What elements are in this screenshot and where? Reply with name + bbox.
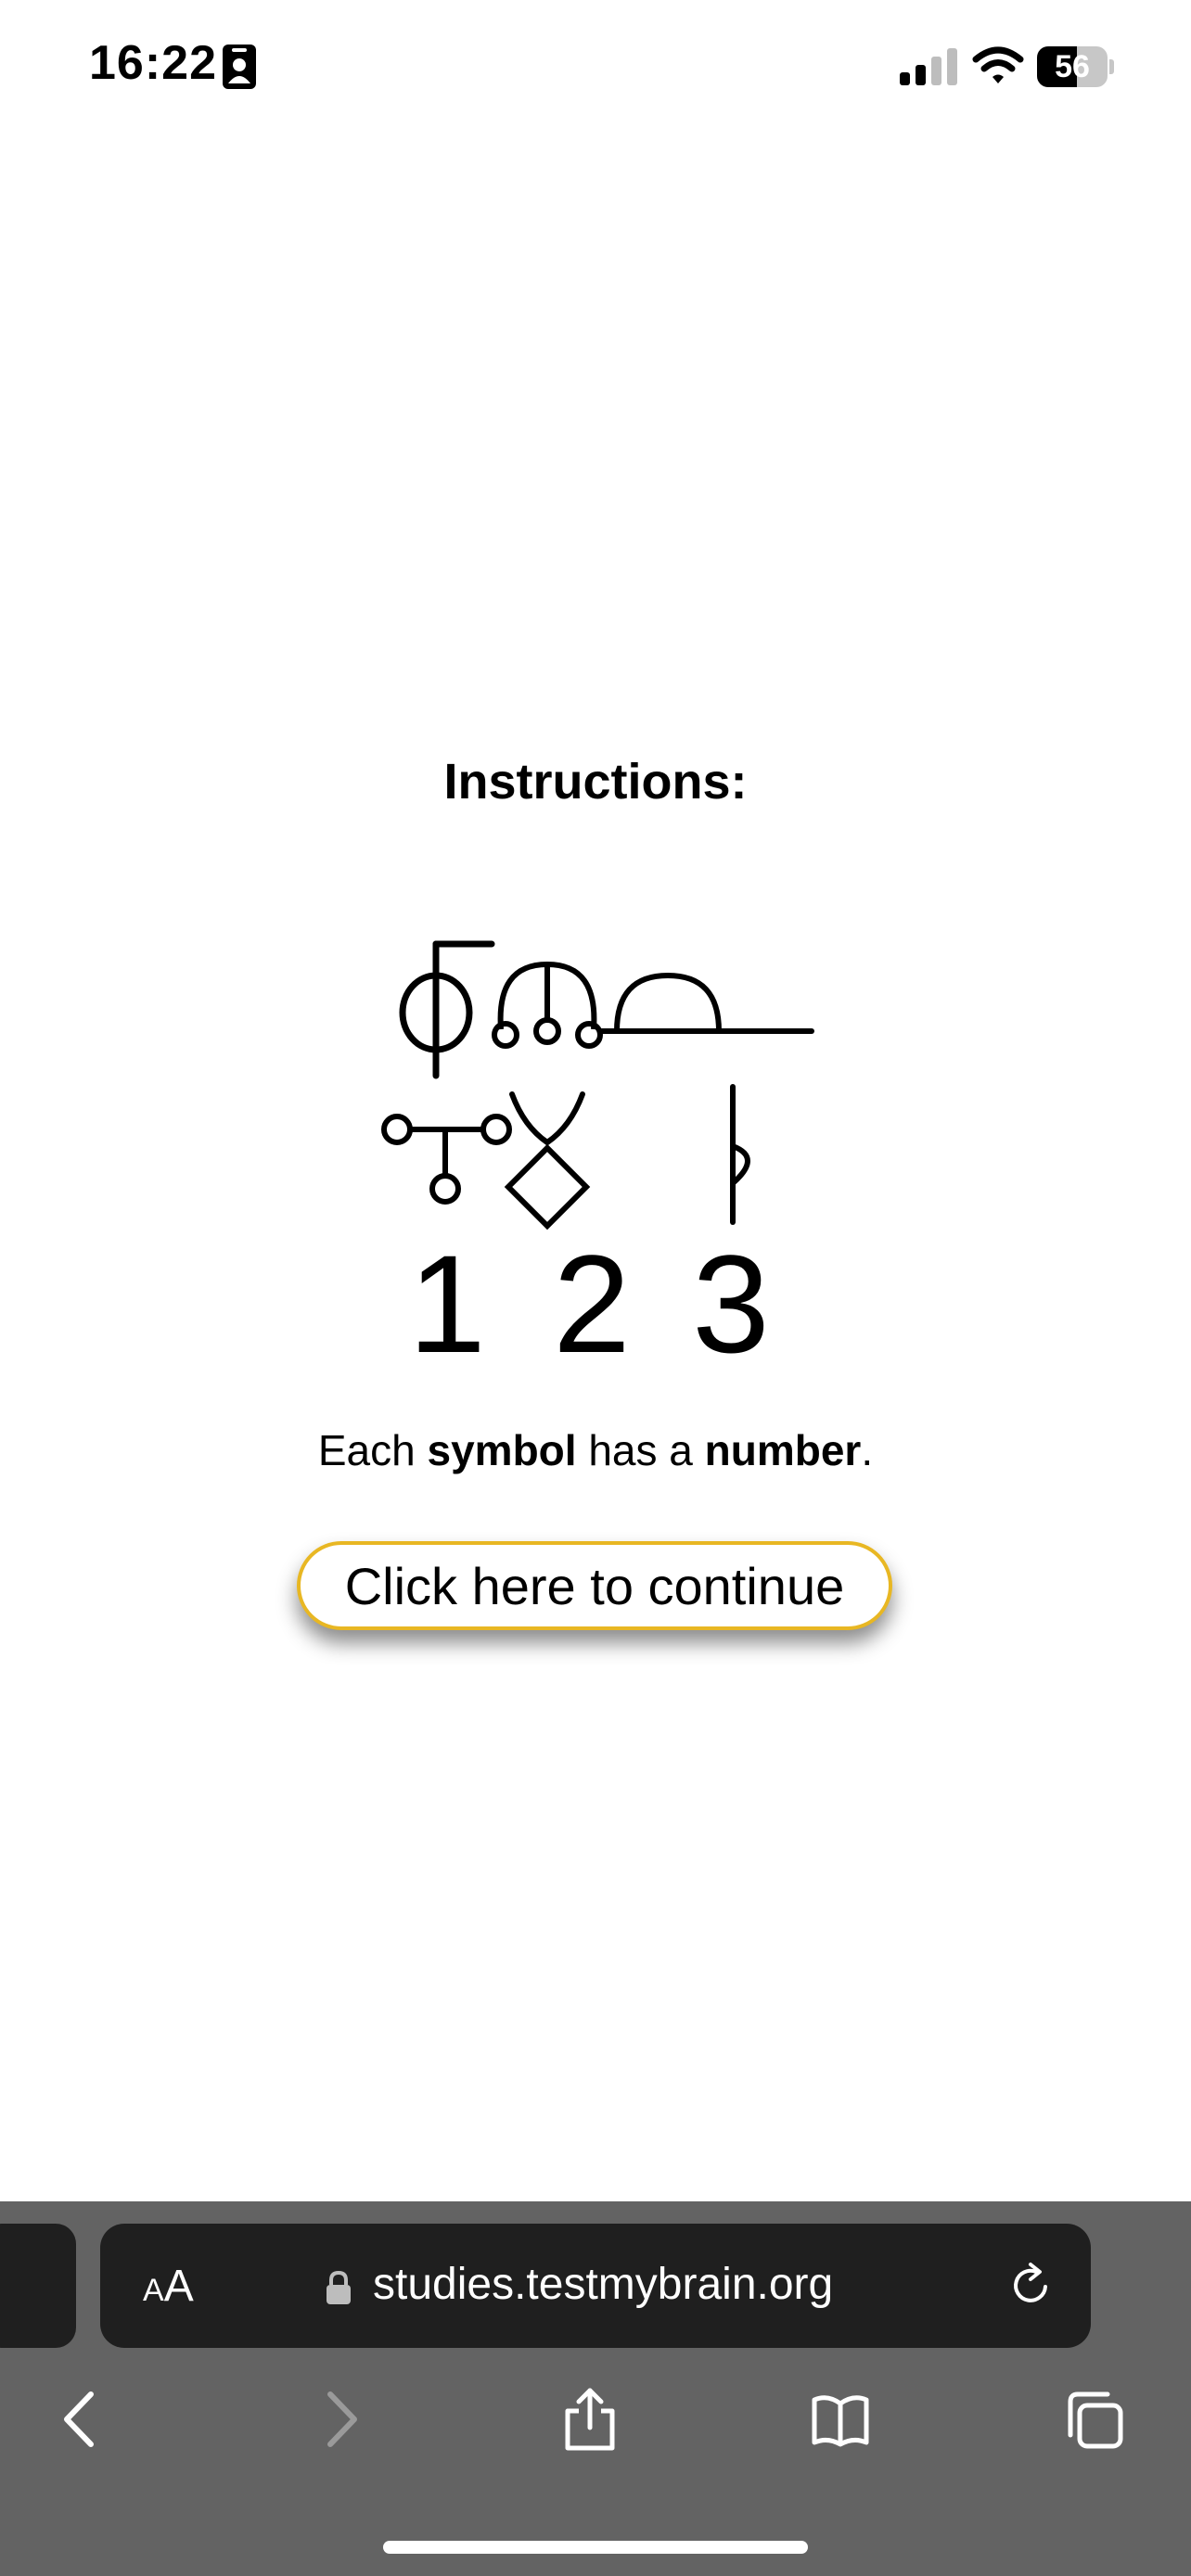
- cellular-signal-icon: [900, 48, 957, 85]
- number-1-label: 1: [408, 1226, 485, 1372]
- tabs-icon[interactable]: [1065, 2387, 1124, 2452]
- lock-icon: [327, 2270, 351, 2304]
- battery-body: 56: [1037, 46, 1108, 87]
- symbol-1-bottom: [381, 1114, 512, 1205]
- text-size-button[interactable]: AA: [143, 2261, 194, 2312]
- instruction-part: .: [861, 1426, 874, 1474]
- page-title: Instructions:: [443, 754, 748, 810]
- previous-tab-preview[interactable]: [0, 2224, 76, 2348]
- text-size-large-a: A: [163, 2262, 194, 2311]
- home-indicator: [383, 2541, 808, 2554]
- symbol-number-key: 1 2 3: [381, 940, 814, 1372]
- status-bar: 16:22 56: [0, 0, 1191, 139]
- browser-toolbar: AA studies.testmybrain.org: [0, 2201, 1191, 2576]
- instruction-part: has a: [576, 1426, 705, 1474]
- symbol-3-top: [598, 972, 814, 1034]
- text-size-small-a: A: [143, 2273, 164, 2308]
- symbol-3-bottom: [730, 1084, 750, 1225]
- number-3-label: 3: [692, 1226, 769, 1372]
- instruction-bold-number: number: [704, 1426, 862, 1474]
- symbol-1-top: [399, 940, 495, 1079]
- continue-button[interactable]: Click here to continue: [297, 1541, 892, 1630]
- battery-indicator: 56: [1037, 46, 1115, 87]
- instruction-bold-symbol: symbol: [427, 1426, 577, 1474]
- address-bar[interactable]: AA studies.testmybrain.org: [100, 2224, 1091, 2348]
- instruction-text: Each symbol has a number.: [0, 1425, 1191, 1475]
- url-text[interactable]: studies.testmybrain.org: [373, 2259, 833, 2310]
- id-card-icon: [223, 45, 256, 89]
- wifi-icon: [972, 46, 1024, 83]
- chevron-right-icon[interactable]: [310, 2387, 369, 2452]
- symbol-2-bottom: [504, 1091, 591, 1231]
- number-2-label: 2: [553, 1226, 630, 1372]
- share-icon[interactable]: [560, 2387, 620, 2452]
- battery-cap: [1109, 59, 1114, 74]
- status-time: 16:22: [89, 36, 217, 90]
- battery-level: 56: [1055, 49, 1090, 84]
- symbol-2-top: [492, 961, 603, 1049]
- reload-icon[interactable]: [1005, 2259, 1057, 2311]
- book-icon[interactable]: [811, 2387, 870, 2452]
- instruction-part: Each: [317, 1426, 428, 1474]
- chevron-left-icon[interactable]: [52, 2387, 111, 2452]
